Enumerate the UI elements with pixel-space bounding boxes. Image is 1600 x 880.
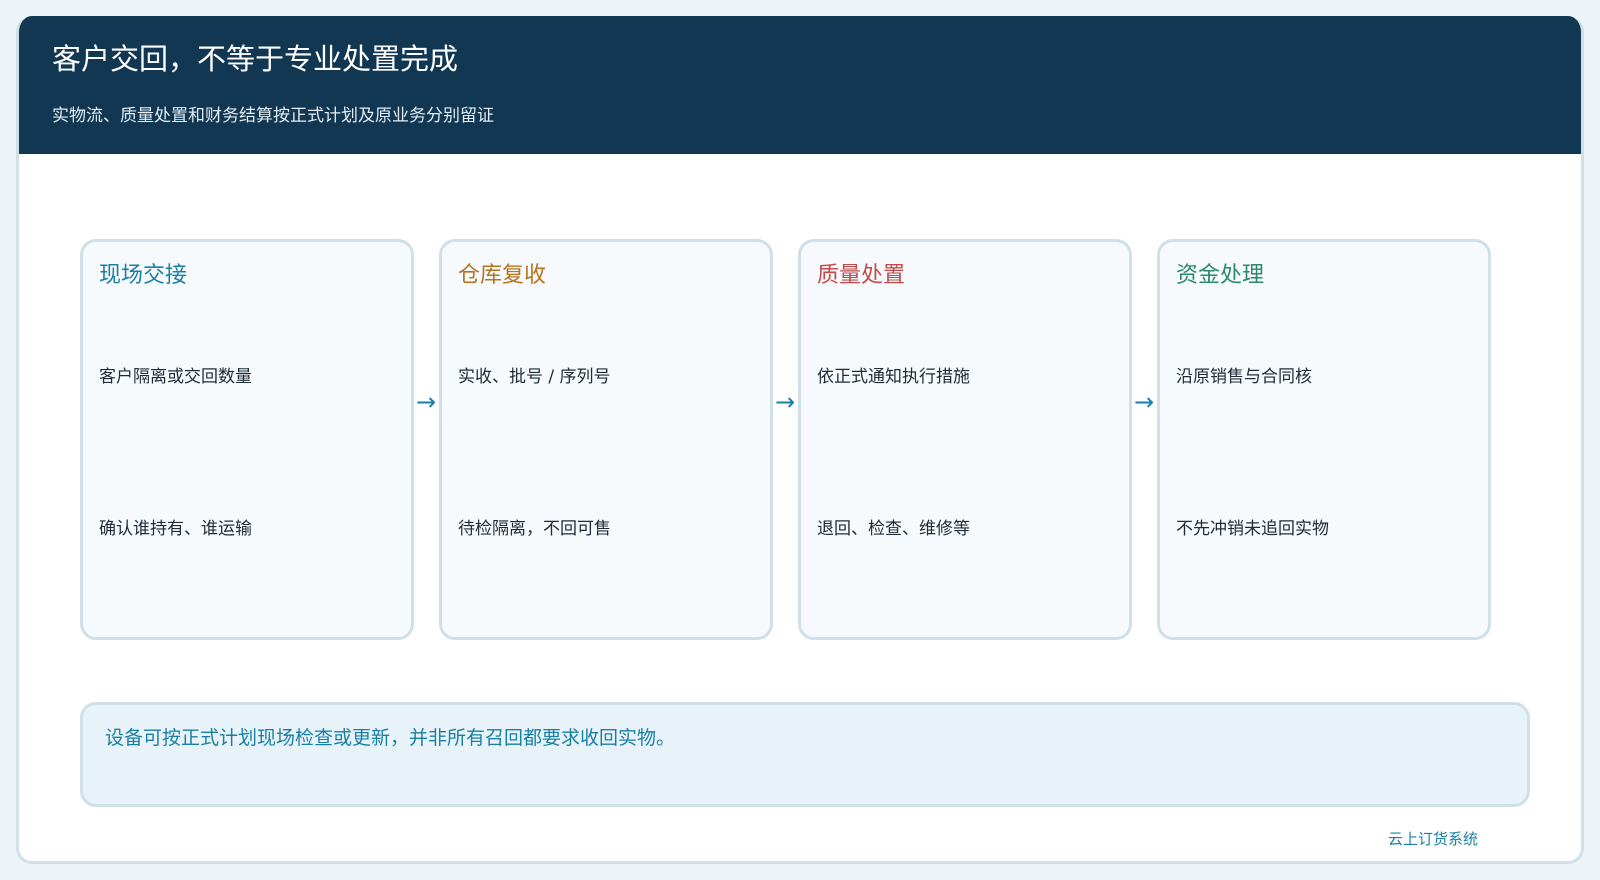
brand-label: 云上订货系统: [1387, 830, 1478, 848]
step-card-funds-handling: 资金处理 沿原销售与合同核 不先冲销未追回实物: [1157, 239, 1491, 640]
step-title: 现场交接: [99, 263, 188, 288]
step-title: 质量处置: [817, 263, 906, 288]
note-box: 设备可按正式计划现场检查或更新，并非所有召回都要求收回实物。: [80, 702, 1530, 807]
page-title: 客户交回，不等于专业处置完成: [52, 42, 459, 76]
page-subtitle: 实物流、质量处置和财务结算按正式计划及原业务分别留证: [52, 106, 494, 126]
note-text: 设备可按正式计划现场检查或更新，并非所有召回都要求收回实物。: [105, 727, 676, 749]
step-card-warehouse-receipt: 仓库复收 实收、批号 / 序列号 待检隔离，不回可售: [439, 239, 773, 640]
step-detail-2: 退回、检查、维修等: [817, 519, 970, 539]
step-detail-1: 沿原销售与合同核: [1176, 367, 1312, 387]
step-detail-1: 依正式通知执行措施: [817, 367, 970, 387]
flow-arrow-icon: →: [1133, 388, 1155, 416]
step-detail-2: 不先冲销未追回实物: [1176, 519, 1329, 539]
header-banner: 客户交回，不等于专业处置完成 实物流、质量处置和财务结算按正式计划及原业务分别留…: [19, 16, 1581, 154]
diagram-frame: 客户交回，不等于专业处置完成 实物流、质量处置和财务结算按正式计划及原业务分别留…: [16, 16, 1584, 864]
flow-arrow-icon: →: [774, 388, 796, 416]
step-detail-2: 待检隔离，不回可售: [458, 519, 611, 539]
flow-arrow-icon: →: [415, 388, 437, 416]
step-card-onsite-handover: 现场交接 客户隔离或交回数量 确认谁持有、谁运输: [80, 239, 414, 640]
step-detail-1: 实收、批号 / 序列号: [458, 367, 611, 387]
step-detail-2: 确认谁持有、谁运输: [99, 519, 252, 539]
step-card-quality-disposal: 质量处置 依正式通知执行措施 退回、检查、维修等: [798, 239, 1132, 640]
step-title: 仓库复收: [458, 263, 547, 288]
step-title: 资金处理: [1176, 263, 1265, 288]
step-detail-1: 客户隔离或交回数量: [99, 367, 252, 387]
